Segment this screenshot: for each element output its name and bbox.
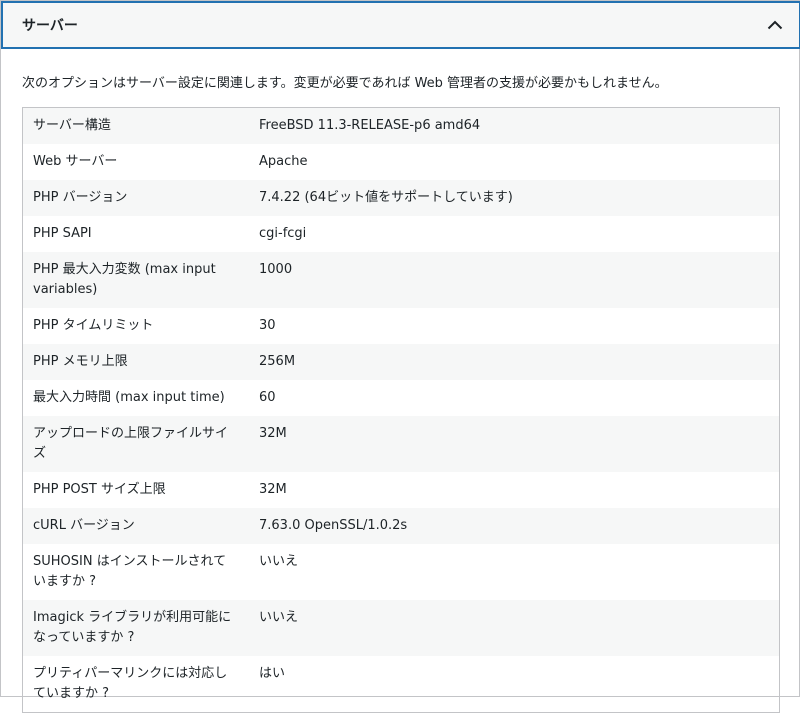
row-label: 最大入力時間 (max input time) <box>33 390 225 405</box>
row-value: 32M <box>249 416 780 472</box>
row-label: プリティパーマリンクには対応していますか ? <box>33 666 228 701</box>
table-row: PHP 最大入力変数 (max input variables) 1000 <box>22 252 780 308</box>
row-value: いいえ <box>259 554 299 569</box>
row-value: 7.4.22 (64ビット値をサポートしています) <box>249 180 780 216</box>
row-label: PHP メモリ上限 <box>22 344 249 380</box>
row-label: cURL バージョン <box>22 508 249 544</box>
table-row: PHP SAPI cgi-fcgi <box>23 216 780 252</box>
table-row: PHP タイムリミット 30 <box>23 308 780 344</box>
table-row: PHP バージョン 7.4.22 (64ビット値をサポートしています) <box>22 180 780 216</box>
table-row: サーバー構造 FreeBSD 11.3-RELEASE-p6 amd64 <box>22 107 780 144</box>
table-row: PHP メモリ上限 256M <box>22 344 780 380</box>
row-value: 30 <box>259 318 276 333</box>
section-header[interactable]: サーバー <box>1 1 800 49</box>
table-row: アップロードの上限ファイルサイズ 32M <box>22 416 780 472</box>
table-row: 最大入力時間 (max input time) 60 <box>23 380 780 416</box>
row-value: いいえ <box>249 600 780 656</box>
server-section-panel: サーバー 次のオプションはサーバー設定に関連します。変更が必要であれば Web … <box>0 0 800 713</box>
collapse-toggle-button[interactable] <box>751 3 799 47</box>
table-row: SUHOSIN はインストールされていますか ? いいえ <box>23 544 780 600</box>
row-label: Web サーバー <box>33 154 118 169</box>
table-row: PHP POST サイズ上限 32M <box>23 472 780 508</box>
row-value: FreeBSD 11.3-RELEASE-p6 amd64 <box>249 107 780 144</box>
row-label: アップロードの上限ファイルサイズ <box>22 416 249 472</box>
row-label: PHP バージョン <box>22 180 249 216</box>
row-value: 256M <box>249 344 780 380</box>
table-row: Imagick ライブラリが利用可能になっていますか ? いいえ <box>22 600 780 656</box>
section-title: サーバー <box>22 18 78 34</box>
row-value: 1000 <box>249 252 780 308</box>
row-value: 7.63.0 OpenSSL/1.0.2s <box>249 508 780 544</box>
row-value: cgi-fcgi <box>259 226 307 241</box>
row-label: Imagick ライブラリが利用可能になっていますか ? <box>22 600 249 656</box>
row-label: PHP 最大入力変数 (max input variables) <box>22 252 249 308</box>
row-label: PHP POST サイズ上限 <box>33 482 166 497</box>
row-label: サーバー構造 <box>22 107 249 144</box>
row-value: 32M <box>259 482 287 497</box>
row-value: はい <box>259 666 286 681</box>
table-row: プリティパーマリンクには対応していますか ? はい <box>23 656 780 713</box>
server-info-table: サーバー構造 FreeBSD 11.3-RELEASE-p6 amd64 Web サ… <box>22 107 780 713</box>
table-row: Web サーバー Apache <box>23 144 780 180</box>
row-label: PHP SAPI <box>33 226 92 241</box>
chevron-up-icon <box>767 20 783 30</box>
row-value: Apache <box>259 154 308 169</box>
row-label: PHP タイムリミット <box>33 318 154 333</box>
section-description: 次のオプションはサーバー設定に関連します。変更が必要であれば Web 管理者の支… <box>22 76 668 91</box>
row-label: SUHOSIN はインストールされていますか ? <box>33 554 227 589</box>
row-value: 60 <box>259 390 276 405</box>
table-row: cURL バージョン 7.63.0 OpenSSL/1.0.2s <box>22 508 780 544</box>
